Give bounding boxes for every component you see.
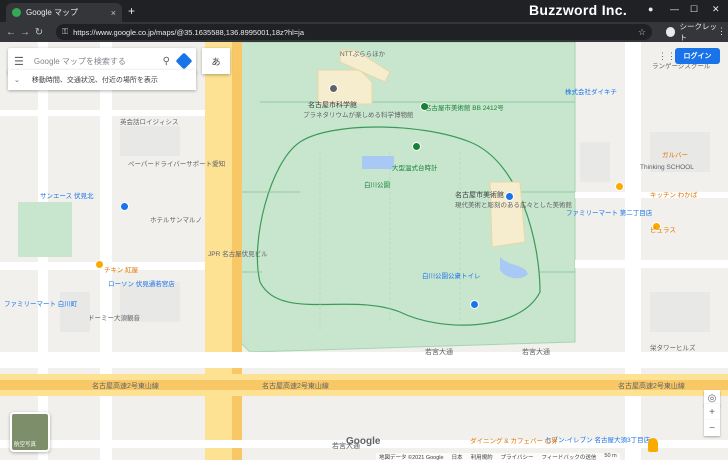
browser-tab[interactable]: Google マップ ×: [6, 3, 122, 22]
directions-icon[interactable]: [175, 52, 193, 70]
pizza-label[interactable]: ピュラス: [650, 224, 676, 234]
window-close-button[interactable]: ✕: [712, 4, 720, 15]
expressway-label-3: 名古屋高速2号東山線: [618, 383, 685, 390]
footer-country[interactable]: 日本: [452, 453, 463, 460]
new-tab-button[interactable]: +: [128, 4, 135, 18]
satellite-layer-toggle[interactable]: 航空写真: [10, 412, 50, 452]
search-input[interactable]: Google マップを検索する: [34, 56, 163, 67]
toilet-label[interactable]: 白川公園公衆トイレ: [422, 270, 481, 280]
clock-pin-icon[interactable]: [412, 142, 421, 151]
hamburger-menu-icon[interactable]: ☰: [14, 55, 24, 68]
brand-watermark: Buzzword Inc.: [529, 2, 628, 18]
address-bar[interactable]: ⚿ https://www.google.co.jp/maps/@35.1635…: [56, 24, 652, 40]
map-graphics: [0, 42, 728, 460]
shirakawa-park-label[interactable]: 白川公園: [364, 179, 390, 189]
sakae-tower-label[interactable]: 栄タワーヒルズ: [650, 342, 696, 352]
seven-label[interactable]: セブン-イレブン 名古屋大須3丁目店: [545, 434, 650, 444]
peperhotel-label[interactable]: ペーパードライバーサポート愛知: [128, 158, 225, 168]
browser-titlebar: Google マップ × + Buzzword Inc. ● — ☐ ✕: [0, 0, 728, 22]
zoom-out-button[interactable]: −: [704, 420, 720, 436]
lawson-label[interactable]: ローソン 伏見通若宮店: [108, 278, 175, 288]
footer-copyright: 地図データ ©2021 Google: [379, 455, 444, 460]
login-button[interactable]: ログイン: [675, 48, 720, 64]
thinking-school-label[interactable]: Thinking SCHOOL: [640, 164, 694, 171]
sunace-label[interactable]: サンエース 伏見北: [40, 190, 93, 200]
dining-label[interactable]: ダイニング & カフェバー 心界: [470, 435, 558, 445]
parking-pin-icon-2[interactable]: [120, 202, 129, 211]
family-mart-shirakawa-label[interactable]: ファミリーマート 白川町: [4, 298, 77, 308]
gamo-label[interactable]: ガルバー: [662, 149, 688, 159]
parking-pin-icon[interactable]: [470, 300, 479, 309]
lock-icon: ⚿: [62, 27, 69, 36]
ntt-label[interactable]: NTTぷららほか: [340, 48, 385, 58]
footer-feedback[interactable]: フィードバックの送信: [542, 453, 597, 460]
restaurant-pin-icon[interactable]: [95, 260, 104, 269]
art-museum-desc-label: 現代美術と彫刻のある広々とした美術館: [455, 202, 572, 209]
maps-favicon-icon: [12, 8, 21, 17]
tab-title: Google マップ: [26, 8, 79, 17]
daiki-label[interactable]: 株式会社ダイキチ: [565, 86, 617, 96]
art-museum-bb-label[interactable]: 名古屋市美術館 BB 2412号: [425, 102, 504, 112]
footer-privacy[interactable]: プライバシー: [501, 453, 534, 460]
expressway-label-1: 名古屋高速2号東山線: [92, 383, 159, 390]
chevron-down-icon: ⌄: [14, 77, 20, 84]
eigo-label[interactable]: 英会話ロイジィシス: [120, 116, 179, 126]
kitchen-label[interactable]: キッチン わかば: [650, 189, 697, 199]
profile-dot-icon[interactable]: ●: [648, 4, 653, 14]
wakamiya-road-label-2: 若宮大通: [522, 349, 550, 356]
maximize-button[interactable]: ☐: [690, 4, 698, 15]
travel-time-text: 移動時間、交通状況、付近の場所を表示: [31, 77, 158, 84]
pegman-icon[interactable]: [648, 438, 658, 452]
chicken-label[interactable]: チキン 紅屋: [104, 264, 138, 274]
map-canvas[interactable]: 名古屋市科学館 プラネタリウムが楽しめる科学博物館 NTTぷららほか 大型温式台…: [0, 42, 728, 460]
wakamiya-road-label-1: 若宮大通: [425, 349, 453, 356]
hotel-label[interactable]: ホテルサンマルノ: [150, 214, 202, 224]
museum-pin-icon[interactable]: [329, 84, 338, 93]
map-footer: 地図データ ©2021 Google 日本 利用規約 プライバシー フィードバッ…: [376, 453, 620, 460]
planetarium-desc-label: プラネタリウムが楽しめる科学博物館: [303, 112, 414, 119]
search-icon[interactable]: ⚲: [163, 56, 170, 67]
expressway-label-2: 名古屋高速2号東山線: [262, 383, 329, 390]
fm-dai2-label[interactable]: ファミリーマート 第二丁目店: [566, 207, 652, 217]
clock-label[interactable]: 大型温式台時計: [392, 162, 438, 172]
language-button[interactable]: あ: [202, 48, 230, 74]
restaurant-pin-icon-2[interactable]: [615, 182, 624, 191]
url-text[interactable]: https://www.google.co.jp/maps/@35.163558…: [73, 28, 638, 37]
dormy-label[interactable]: ドーミー大須観音: [88, 312, 140, 322]
jpr-label[interactable]: JPR 名古屋伏見ビル: [208, 248, 268, 258]
forward-button[interactable]: →: [18, 27, 32, 38]
footer-terms[interactable]: 利用規約: [471, 453, 493, 460]
apps-grid-icon[interactable]: ⋮⋮: [658, 51, 676, 62]
tab-close-icon[interactable]: ×: [111, 8, 116, 18]
bookmark-star-icon[interactable]: ☆: [638, 27, 646, 38]
satellite-label: 航空写真: [14, 442, 37, 448]
incognito-label: シークレット: [679, 22, 717, 42]
reload-button[interactable]: ↻: [32, 27, 46, 38]
travel-time-bar[interactable]: ⌄ 移動時間、交通状況、付近の場所を表示: [8, 70, 196, 90]
footer-scale[interactable]: 50 m: [604, 453, 616, 460]
minimize-button[interactable]: —: [670, 4, 679, 14]
incognito-icon: [666, 27, 676, 37]
google-logo: Google: [346, 436, 381, 447]
zoom-in-button[interactable]: +: [704, 404, 720, 420]
back-button[interactable]: ←: [4, 27, 18, 38]
browser-menu-icon[interactable]: ⋮: [717, 26, 726, 37]
